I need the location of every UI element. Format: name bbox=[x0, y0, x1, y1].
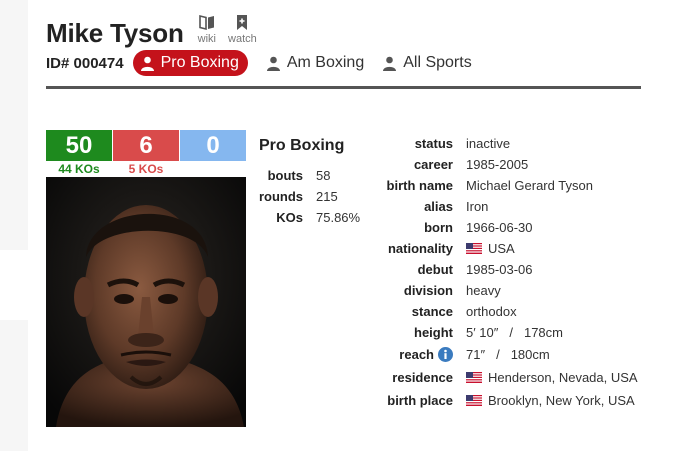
bio-key: birth place bbox=[387, 393, 453, 408]
bio-value-with-flag: USA bbox=[466, 241, 515, 256]
wins-kos: 44 KOs bbox=[58, 162, 100, 176]
wins-count: 50 bbox=[46, 130, 112, 161]
losses-count: 6 bbox=[113, 130, 179, 161]
bio-row-reach: reach 71″ / 180cm bbox=[360, 343, 638, 366]
bio-value: orthodox bbox=[466, 304, 517, 319]
bio-value: heavy bbox=[466, 283, 501, 298]
bio-value-measure: 5′ 10″ / 178cm bbox=[466, 325, 563, 340]
left-gutter bbox=[0, 0, 28, 451]
bio-row-alias: alias Iron bbox=[360, 196, 638, 217]
stats-value: 75.86% bbox=[316, 210, 361, 225]
bio-value-with-flag: Brooklyn, New York, USA bbox=[466, 393, 635, 408]
stats-row-rounds: rounds 215 bbox=[255, 186, 360, 207]
us-flag-icon bbox=[466, 395, 482, 406]
boxer-id: ID# 000474 bbox=[46, 54, 124, 72]
bio-row-height: height 5′ 10″ / 178cm bbox=[360, 322, 638, 343]
reach-imperial: 71″ bbox=[466, 347, 486, 362]
tab-pro-boxing-label: Pro Boxing bbox=[160, 54, 239, 71]
sport-tabs: ID# 000474 Pro Boxing Am Boxing All Spor… bbox=[46, 50, 472, 76]
bio-row-career: career 1985-2005 bbox=[360, 154, 638, 175]
tab-am-boxing-label: Am Boxing bbox=[286, 54, 365, 71]
bio-value-with-flag: Henderson, Nevada, USA bbox=[466, 370, 638, 385]
stats-table: bouts 58 rounds 215 KOs 75.86% bbox=[255, 165, 360, 228]
watch-button[interactable]: watch bbox=[228, 14, 257, 45]
boxer-photo bbox=[46, 177, 246, 427]
us-flag-icon bbox=[466, 372, 482, 383]
bio-row-status: status inactive bbox=[360, 133, 638, 154]
bio-row-nationality: nationality USA bbox=[360, 238, 638, 259]
separator: / bbox=[509, 325, 513, 340]
tab-all-sports[interactable]: All Sports bbox=[382, 54, 472, 72]
stats-key: KOs bbox=[276, 210, 303, 225]
bio-key: reach bbox=[399, 347, 434, 362]
bio-key: debut bbox=[417, 262, 453, 277]
bio-row-birth-name: birth name Michael Gerard Tyson bbox=[360, 175, 638, 196]
stats-row-bouts: bouts 58 bbox=[255, 165, 360, 186]
bio-key: alias bbox=[424, 199, 453, 214]
reach-metric: 180cm bbox=[510, 347, 550, 362]
book-icon bbox=[199, 14, 214, 31]
watch-label: watch bbox=[228, 33, 257, 45]
boxer-name: Mike Tyson bbox=[46, 18, 184, 48]
bio-key: status bbox=[414, 136, 453, 151]
tab-all-sports-label: All Sports bbox=[403, 54, 472, 71]
tab-am-boxing[interactable]: Am Boxing bbox=[266, 54, 364, 72]
bio-row-debut: debut 1985-03-06 bbox=[360, 259, 638, 280]
height-imperial: 5′ 10″ bbox=[466, 325, 499, 340]
bio-value: 1966-06-30 bbox=[466, 220, 533, 235]
bio-key: height bbox=[414, 325, 453, 340]
bio-key: career bbox=[413, 157, 453, 172]
stats-title: Pro Boxing bbox=[259, 137, 345, 154]
person-icon bbox=[266, 56, 280, 71]
person-icon bbox=[140, 56, 154, 71]
bio-value: Brooklyn, New York, USA bbox=[488, 393, 635, 408]
bio-value: 1985-03-06 bbox=[466, 262, 533, 277]
bio-row-division: division heavy bbox=[360, 280, 638, 301]
bio-value: 1985-2005 bbox=[466, 157, 529, 172]
header-divider bbox=[46, 86, 641, 89]
bio-table: status inactive career 1985-2005 birth n… bbox=[360, 133, 638, 412]
separator: / bbox=[496, 347, 500, 362]
bio-key: birth name bbox=[386, 178, 453, 193]
bio-value: Michael Gerard Tyson bbox=[466, 178, 593, 193]
stats-row-kos: KOs 75.86% bbox=[255, 207, 360, 228]
stats-key: bouts bbox=[267, 168, 303, 183]
bio-value: Iron bbox=[466, 199, 489, 214]
bio-row-born: born 1966-06-30 bbox=[360, 217, 638, 238]
height-metric: 178cm bbox=[523, 325, 563, 340]
info-icon[interactable] bbox=[438, 347, 453, 362]
bio-key: division bbox=[403, 283, 453, 298]
bio-value: USA bbox=[488, 241, 515, 256]
us-flag-icon bbox=[466, 243, 482, 254]
bio-row-stance: stance orthodox bbox=[360, 301, 638, 322]
bio-key: born bbox=[424, 220, 453, 235]
bookmark-icon bbox=[237, 15, 248, 30]
draws-count: 0 bbox=[180, 130, 246, 161]
bio-row-residence: residence Henderson, Nevada, USA bbox=[360, 366, 638, 389]
tab-pro-boxing[interactable]: Pro Boxing bbox=[132, 50, 248, 76]
bio-key: nationality bbox=[387, 241, 453, 256]
stats-key: rounds bbox=[258, 189, 303, 204]
wiki-button[interactable]: wiki bbox=[198, 14, 216, 45]
bio-value: inactive bbox=[466, 136, 511, 151]
bio-key: residence bbox=[392, 370, 453, 385]
wiki-label: wiki bbox=[197, 33, 217, 45]
person-icon bbox=[383, 56, 397, 71]
bio-value-measure: 71″ / 180cm bbox=[466, 347, 550, 362]
bio-row-birth-place: birth place Brooklyn, New York, USA bbox=[360, 389, 638, 412]
stats-value: 215 bbox=[316, 189, 338, 204]
losses-kos: 5 KOs bbox=[128, 162, 164, 176]
stats-value: 58 bbox=[316, 168, 331, 183]
header: Mike Tyson wiki watch bbox=[46, 14, 257, 48]
bio-key: stance bbox=[411, 304, 453, 319]
bio-value: Henderson, Nevada, USA bbox=[488, 370, 638, 385]
bio-key-with-info: reach bbox=[360, 347, 453, 362]
